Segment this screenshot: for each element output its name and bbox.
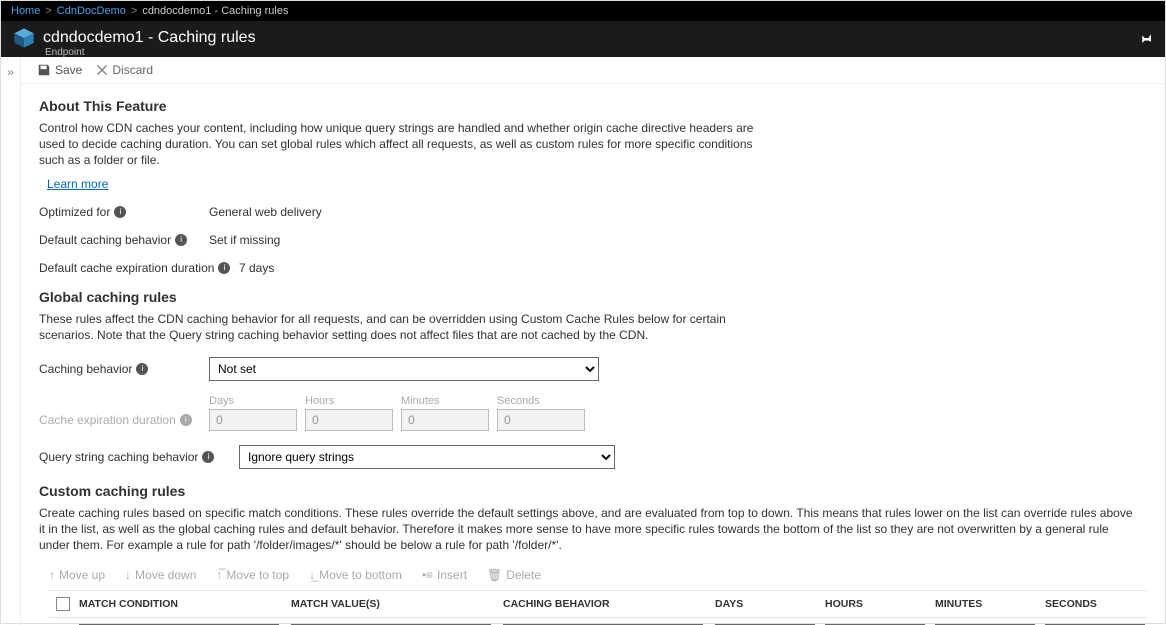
page-subtitle: Endpoint — [45, 47, 84, 58]
days-input — [209, 409, 297, 431]
about-description: Control how CDN caches your content, inc… — [39, 120, 759, 169]
discard-button[interactable]: Discard — [96, 63, 153, 77]
global-heading: Global caching rules — [39, 289, 1147, 305]
optimized-for-text: Optimized for — [39, 205, 110, 219]
breadcrumb-level2: cdndocdemo1 - Caching rules — [142, 5, 288, 17]
caching-behavior-select[interactable]: Not set — [209, 357, 599, 381]
breadcrumb-sep: > — [45, 5, 51, 17]
caching-behavior-text: Caching behavior — [39, 362, 132, 376]
pin-icon[interactable] — [1139, 31, 1153, 48]
info-icon[interactable]: i — [114, 206, 126, 218]
seconds-label: Seconds — [497, 395, 585, 407]
default-behavior-text: Default caching behavior — [39, 233, 171, 247]
custom-heading: Custom caching rules — [39, 483, 1147, 499]
duration-group: Days Hours Minutes Seconds — [209, 395, 585, 431]
col-seconds: SECONDS — [1045, 598, 1153, 610]
trash-icon: 🗑 — [487, 568, 502, 582]
query-string-select[interactable]: Ignore query strings — [239, 445, 615, 469]
about-section: About This Feature Control how CDN cache… — [21, 84, 1165, 275]
info-icon[interactable]: i — [136, 363, 148, 375]
rules-header: MATCH CONDITION MATCH VALUE(S) CACHING B… — [49, 590, 1147, 618]
learn-more-link[interactable]: Learn more — [47, 177, 108, 191]
hours-label: Hours — [305, 395, 393, 407]
select-all-checkbox[interactable] — [56, 597, 70, 611]
move-up-button[interactable]: ↑Move up — [49, 568, 105, 582]
col-hours: HOURS — [825, 598, 933, 610]
col-minutes: MINUTES — [935, 598, 1043, 610]
breadcrumb-sep: > — [131, 5, 137, 17]
default-behavior-label: Default caching behavior i — [39, 233, 209, 247]
move-down-button[interactable]: ↓Move down — [125, 568, 196, 582]
query-string-text: Query string caching behavior — [39, 450, 198, 464]
rules-table: MATCH CONDITION MATCH VALUE(S) CACHING B… — [21, 590, 1165, 625]
default-expiry-label: Default cache expiration duration i — [39, 261, 239, 275]
page-title: cdndocdemo1 - Caching rules — [43, 29, 256, 47]
info-icon[interactable]: i — [175, 234, 187, 246]
optimized-for-label: Optimized for i — [39, 205, 209, 219]
move-top-button[interactable]: ↑̅Move to top — [216, 568, 289, 582]
chevron-right-icon: » — [7, 65, 14, 79]
command-bar: Save Discard — [21, 57, 1165, 84]
breadcrumb-level1[interactable]: CdnDocDemo — [57, 5, 126, 17]
move-bottom-button[interactable]: ↓̲Move to bottom — [309, 568, 402, 582]
caching-behavior-label: Caching behavior i — [39, 362, 209, 376]
custom-description: Create caching rules based on specific m… — [39, 505, 1139, 554]
query-string-label: Query string caching behavior i — [39, 450, 239, 464]
breadcrumb: Home > CdnDocDemo > cdndocdemo1 - Cachin… — [1, 1, 1165, 21]
optimized-for-value: General web delivery — [209, 205, 322, 219]
global-description: These rules affect the CDN caching behav… — [39, 311, 759, 343]
col-caching-behavior: CACHING BEHAVIOR — [503, 598, 713, 610]
about-heading: About This Feature — [39, 98, 1147, 114]
insert-icon: •≡ — [422, 568, 433, 582]
cache-expiry-text: Cache expiration duration — [39, 413, 176, 427]
default-expiry-value: 7 days — [239, 261, 274, 275]
custom-rules-section: Custom caching rules Create caching rule… — [21, 469, 1165, 554]
col-match-condition: MATCH CONDITION — [79, 598, 289, 610]
minutes-input — [401, 409, 489, 431]
discard-label: Discard — [112, 63, 153, 77]
seconds-input — [497, 409, 585, 431]
save-button[interactable]: Save — [37, 63, 82, 77]
hours-input — [305, 409, 393, 431]
info-icon[interactable]: i — [218, 262, 230, 274]
info-icon[interactable]: i — [202, 451, 214, 463]
endpoint-icon — [13, 27, 35, 49]
breadcrumb-home[interactable]: Home — [11, 5, 40, 17]
info-icon[interactable]: i — [180, 414, 192, 426]
rules-toolbar: ↑Move up ↓Move down ↑̅Move to top ↓̲Move… — [21, 554, 1165, 590]
arrow-up-icon: ↑ — [49, 568, 55, 582]
arrow-down-icon: ↓ — [125, 568, 131, 582]
global-rules-section: Global caching rules These rules affect … — [21, 275, 1165, 469]
default-expiry-text: Default cache expiration duration — [39, 261, 214, 275]
arrow-top-icon: ↑̅ — [216, 568, 222, 582]
save-label: Save — [55, 63, 82, 77]
delete-button[interactable]: 🗑Delete — [487, 568, 541, 582]
minutes-label: Minutes — [401, 395, 489, 407]
expand-sidebar-button[interactable]: » — [1, 57, 21, 625]
insert-button[interactable]: •≡Insert — [422, 568, 467, 582]
blade-header: cdndocdemo1 - Caching rules Endpoint — [1, 21, 1165, 57]
col-days: DAYS — [715, 598, 823, 610]
arrow-bottom-icon: ↓̲ — [309, 568, 315, 582]
days-label: Days — [209, 395, 297, 407]
cache-expiry-label: Cache expiration duration i — [39, 413, 209, 431]
col-match-values: MATCH VALUE(S) — [291, 598, 501, 610]
default-behavior-value: Set if missing — [209, 233, 280, 247]
